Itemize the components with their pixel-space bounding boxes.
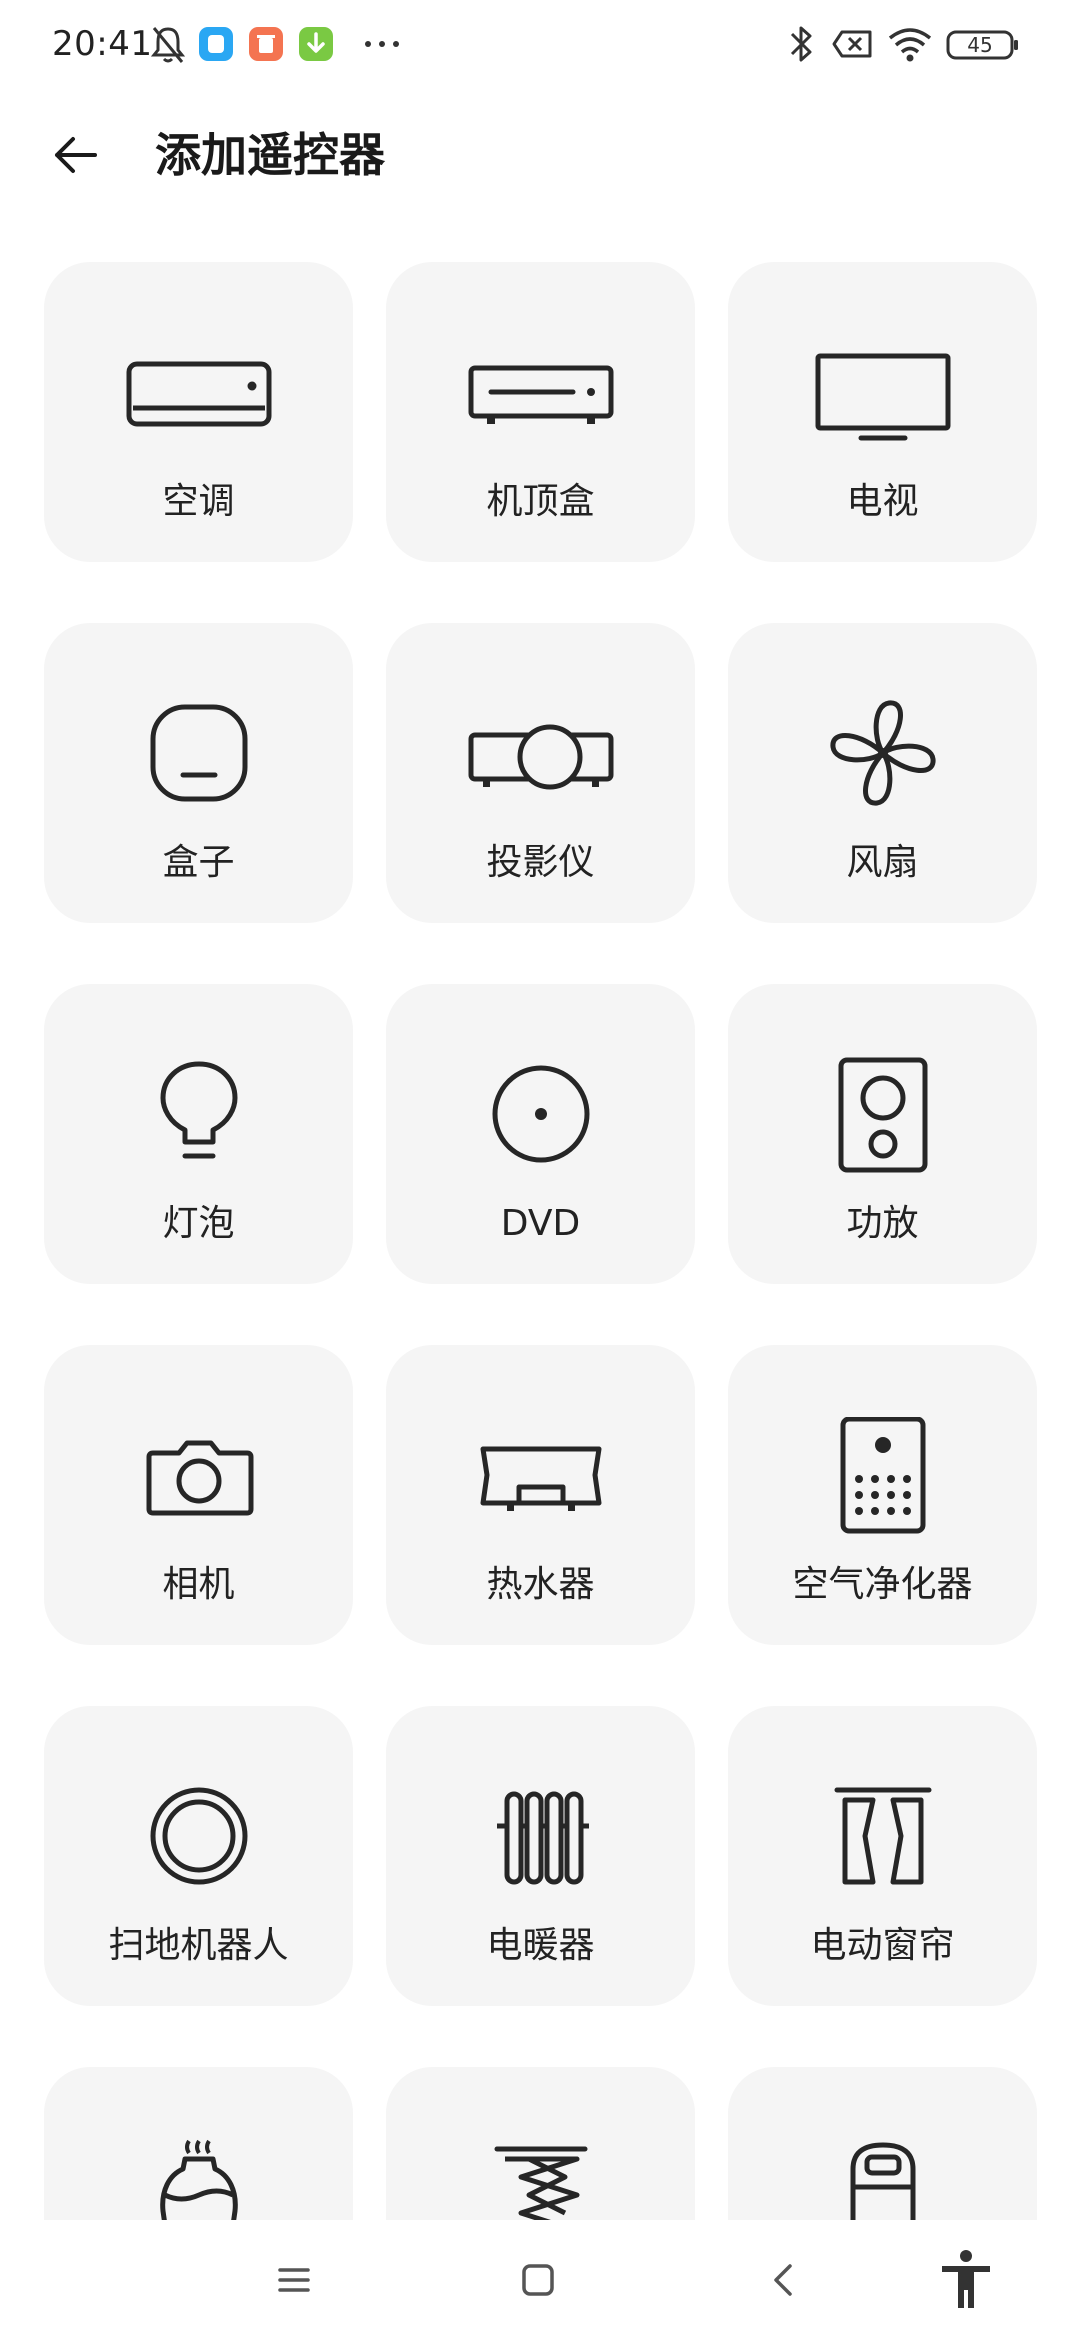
device-label: 扫地机器人	[108, 1925, 289, 1966]
nav-back-button[interactable]	[744, 2240, 824, 2320]
notification-muted-icon	[150, 27, 186, 63]
app-notification-blue-icon	[199, 27, 233, 61]
speaker-icon	[838, 1057, 927, 1173]
air-purifier-icon	[840, 1417, 925, 1534]
device-card-heater-coil[interactable]	[386, 2067, 695, 2220]
wifi-icon	[888, 28, 932, 62]
dvd-icon	[492, 1065, 589, 1163]
device-card-fan[interactable]: 风扇	[728, 623, 1037, 923]
device-grid: 空调 机顶盒 电视 盒子 投影仪 风扇 灯泡 DVD 功放 相机 热水器 空气净…	[44, 262, 1042, 2220]
projector-icon	[468, 724, 613, 790]
fan-icon	[830, 700, 935, 806]
back-arrow-icon	[55, 137, 97, 173]
device-card-curtain[interactable]: 电动窗帘	[728, 1706, 1037, 2006]
device-label: 投影仪	[486, 842, 595, 883]
device-grid-viewport[interactable]: 空调 机顶盒 电视 盒子 投影仪 风扇 灯泡 DVD 功放 相机 热水器 空气净…	[0, 262, 1080, 2220]
device-label: 风扇	[846, 842, 919, 883]
device-label: 功放	[846, 1203, 919, 1244]
status-time: 20:41	[52, 24, 153, 64]
no-sim-icon	[832, 30, 872, 58]
menu-icon	[278, 2268, 310, 2292]
humidifier-icon	[159, 2139, 238, 2220]
device-label: 热水器	[486, 1564, 595, 1605]
status-bar: 20:41 45	[0, 0, 1080, 90]
device-card-air-conditioner[interactable]: 空调	[44, 262, 353, 562]
heater-coil-icon	[494, 2146, 587, 2220]
accessibility-button[interactable]	[926, 2240, 1006, 2320]
app-notification-green-download-icon	[299, 27, 333, 61]
set-top-box-icon	[468, 365, 613, 424]
device-label: 电视	[846, 481, 919, 522]
device-card-projector[interactable]: 投影仪	[386, 623, 695, 923]
robot-vacuum-icon	[150, 1787, 247, 1885]
recent-apps-button[interactable]	[254, 2240, 334, 2320]
app-notification-orange-icon	[249, 27, 283, 61]
screen: 20:41 45 添加遥控器 空调 机顶盒 电视 盒子 投影仪 风扇 灯泡 DV…	[0, 0, 1080, 2340]
back-button[interactable]	[40, 120, 110, 190]
device-label: 电暖器	[486, 1925, 595, 1966]
header: 添加遥控器	[0, 110, 1080, 200]
back-icon	[774, 2264, 792, 2296]
device-label: 电动窗帘	[810, 1925, 955, 1966]
page-title: 添加遥控器	[155, 128, 385, 182]
curtain-icon	[834, 1787, 931, 1885]
bluetooth-icon	[790, 26, 812, 62]
device-label: 灯泡	[162, 1203, 235, 1244]
tv-icon	[815, 353, 950, 441]
battery-icon: 45	[946, 22, 1020, 66]
device-label: 空气净化器	[792, 1564, 973, 1605]
home-icon	[522, 2264, 554, 2296]
device-card-tv[interactable]: 电视	[728, 262, 1037, 562]
device-label: 盒子	[162, 842, 235, 883]
appliance-icon	[850, 2142, 915, 2220]
accessibility-icon	[942, 2250, 990, 2308]
device-label: 空调	[162, 481, 235, 522]
device-card-electric-heater[interactable]: 电暖器	[386, 1706, 695, 2006]
device-card-robot-vacuum[interactable]: 扫地机器人	[44, 1706, 353, 2006]
device-card-speaker[interactable]: 功放	[728, 984, 1037, 1284]
device-card-humidifier[interactable]	[44, 2067, 353, 2220]
device-label: DVD	[500, 1203, 581, 1244]
navigation-bar	[0, 2220, 1080, 2340]
device-label: 机顶盒	[486, 481, 595, 522]
device-card-media-box[interactable]: 盒子	[44, 623, 353, 923]
battery-level: 45	[967, 33, 993, 57]
light-bulb-icon	[160, 1061, 237, 1159]
media-box-icon	[150, 704, 247, 802]
camera-icon	[146, 1440, 253, 1516]
device-card-camera[interactable]: 相机	[44, 1345, 353, 1645]
water-heater-icon	[480, 1446, 601, 1511]
more-dots-icon	[365, 41, 399, 47]
device-card-dvd[interactable]: DVD	[386, 984, 695, 1284]
device-card-appliance[interactable]	[728, 2067, 1037, 2220]
device-card-water-heater[interactable]: 热水器	[386, 1345, 695, 1645]
home-button[interactable]	[498, 2240, 578, 2320]
air-conditioner-icon	[126, 361, 271, 427]
device-label: 相机	[162, 1564, 235, 1605]
device-card-set-top-box[interactable]: 机顶盒	[386, 262, 695, 562]
device-card-air-purifier[interactable]: 空气净化器	[728, 1345, 1037, 1645]
device-card-light-bulb[interactable]: 灯泡	[44, 984, 353, 1284]
electric-heater-icon	[496, 1791, 589, 1885]
